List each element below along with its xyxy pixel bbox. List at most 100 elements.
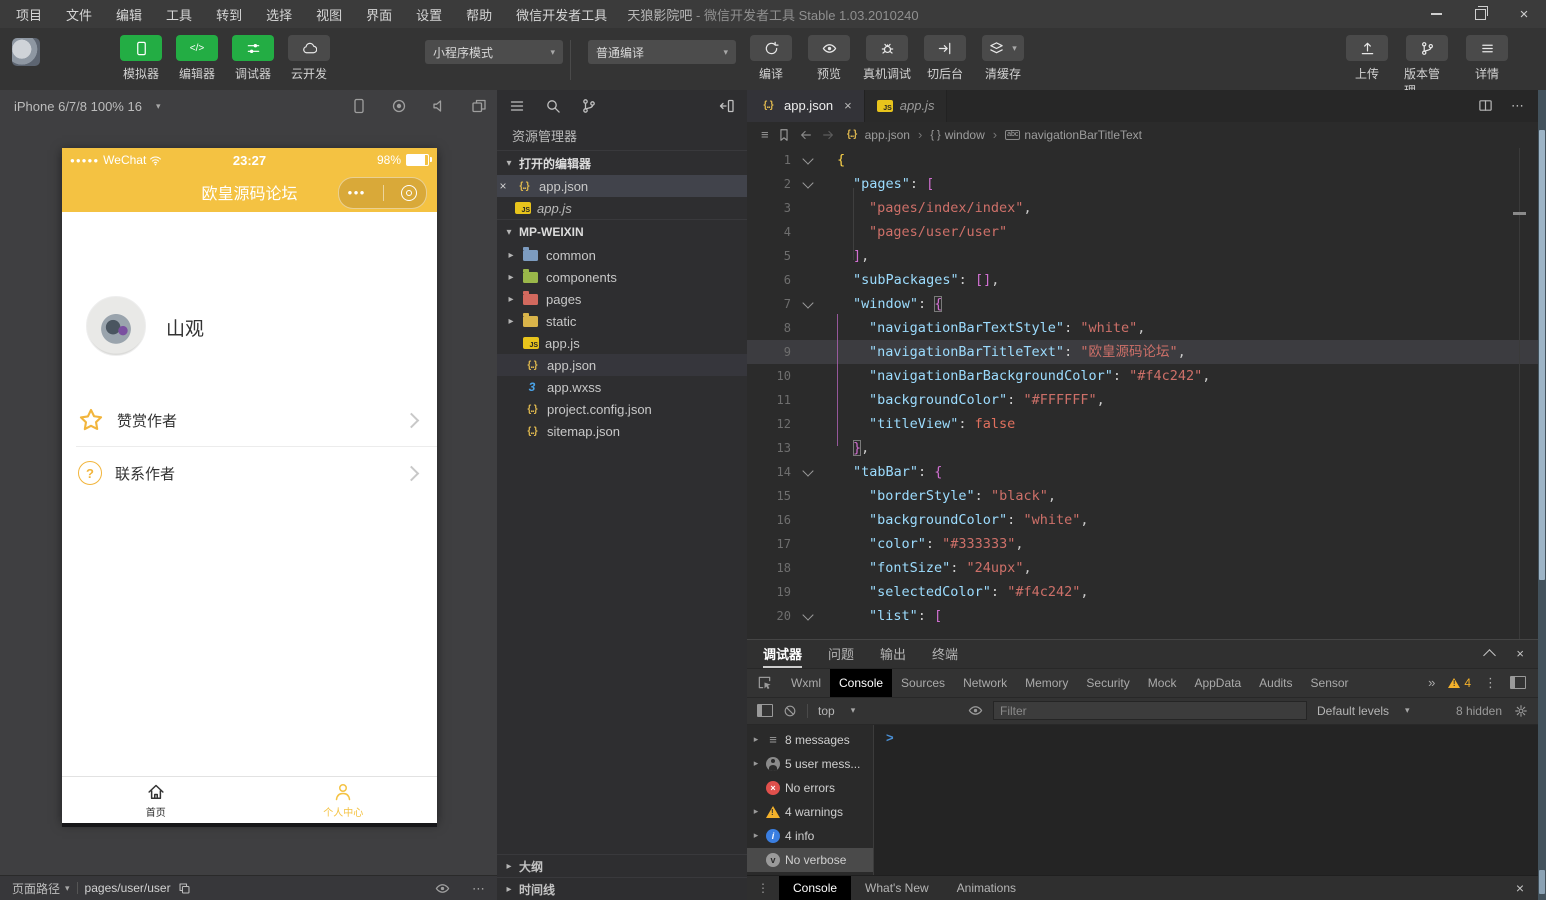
code-line[interactable]: 14 "tabBar": {: [747, 460, 1538, 484]
devtools-tab-sensor[interactable]: Sensor: [1302, 669, 1358, 697]
mode-button-cloud[interactable]: 云开发: [286, 35, 332, 82]
outline-icon[interactable]: ≡: [761, 128, 769, 141]
console-output[interactable]: >: [874, 724, 1538, 876]
fold-gutter[interactable]: [799, 172, 821, 196]
devtools-tab-wxml[interactable]: Wxml: [782, 669, 830, 697]
code-line[interactable]: 4 "pages/user/user": [747, 220, 1538, 244]
console-sidebar-toggle-icon[interactable]: [757, 704, 773, 718]
console-filter-error[interactable]: × No errors: [747, 776, 873, 800]
close-tab-icon[interactable]: ×: [844, 98, 852, 113]
debugger-tab-问题[interactable]: 问题: [828, 644, 854, 663]
fold-gutter[interactable]: [799, 460, 821, 484]
open-editor-item[interactable]: JS app.js: [497, 197, 747, 219]
minimize-button[interactable]: [1414, 0, 1458, 28]
collapse-panel-icon[interactable]: [719, 98, 735, 114]
fold-gutter[interactable]: [799, 292, 821, 316]
file-tree-item[interactable]: {..} sitemap.json: [497, 420, 747, 442]
code-line[interactable]: 10 "navigationBarBackgroundColor": "#f4c2…: [747, 364, 1538, 388]
devtools-tab-appdata[interactable]: AppData: [1185, 669, 1250, 697]
file-tree-item[interactable]: ▸ static: [497, 310, 747, 332]
menubar-item[interactable]: 设置: [416, 5, 442, 24]
devtools-tab-security[interactable]: Security: [1077, 669, 1138, 697]
code-editor[interactable]: 1{2 "pages": [3 "pages/index/index", 4 "page…: [747, 147, 1538, 639]
action-button-tobg[interactable]: 切后台: [919, 35, 971, 82]
project-root-header[interactable]: ▾ MP-WEIXIN: [497, 219, 747, 244]
exit-target-icon[interactable]: [401, 185, 418, 201]
drawer-tab-console[interactable]: Console: [779, 876, 852, 900]
breadcrumb-item[interactable]: abc navigationBarTitleText: [1005, 128, 1142, 142]
code-line[interactable]: 12 "titleView": false: [747, 412, 1538, 436]
mute-icon[interactable]: [431, 98, 447, 114]
warning-count-badge[interactable]: 4: [1448, 676, 1471, 690]
maximize-button[interactable]: [1458, 0, 1502, 28]
device-frame-icon[interactable]: [351, 98, 367, 114]
caret-down-icon[interactable]: ▾: [65, 883, 70, 894]
explorer-section-timeline[interactable]: ▸ 时间线: [497, 877, 747, 900]
editor-tab-app.js[interactable]: JS app.js: [864, 90, 948, 122]
more-icon[interactable]: ⋯: [472, 882, 485, 895]
profile-menu-item[interactable]: 赞赏作者: [62, 394, 437, 446]
console-filter-verbose[interactable]: v No verbose: [747, 847, 873, 872]
fold-gutter[interactable]: [799, 148, 821, 172]
device-selector[interactable]: iPhone 6/7/8 100% 16 ▾: [0, 99, 160, 114]
menubar-item[interactable]: 视图: [316, 5, 342, 24]
log-levels-select[interactable]: Default levels ▾: [1317, 704, 1410, 718]
code-line[interactable]: 16 "backgroundColor": "white",: [747, 508, 1538, 532]
action-button-refresh[interactable]: 编译: [745, 35, 797, 82]
code-line[interactable]: 6 "subPackages": [],: [747, 268, 1538, 292]
fold-gutter[interactable]: [799, 604, 821, 628]
capsule-menu[interactable]: •••: [338, 177, 427, 209]
code-line[interactable]: 18 "fontSize": "24upx",: [747, 556, 1538, 580]
code-line[interactable]: 11 "backgroundColor": "#FFFFFF",: [747, 388, 1538, 412]
split-editor-icon[interactable]: [1478, 98, 1493, 113]
code-line[interactable]: 7 "window": {: [747, 292, 1538, 316]
search-icon[interactable]: [545, 98, 561, 114]
devtools-tab-sources[interactable]: Sources: [892, 669, 954, 697]
code-line[interactable]: 17 "color": "#333333",: [747, 532, 1538, 556]
menubar-item[interactable]: 微信开发者工具: [516, 5, 607, 24]
debugger-tab-调试器[interactable]: 调试器: [763, 644, 803, 669]
open-editor-item[interactable]: × {..} app.json: [497, 175, 747, 197]
close-button[interactable]: ×: [1502, 0, 1546, 28]
live-expression-icon[interactable]: [968, 703, 983, 718]
file-tree-item[interactable]: 3 app.wxss: [497, 376, 747, 398]
tabbar-item-home[interactable]: 首页: [62, 777, 250, 823]
code-line[interactable]: 3 "pages/index/index",: [747, 196, 1538, 220]
mode-button-code[interactable]: </> 编辑器: [174, 35, 220, 82]
file-tree-item[interactable]: ▸ components: [497, 266, 747, 288]
clear-console-icon[interactable]: [783, 704, 797, 718]
mode-button-sliders[interactable]: 调试器: [230, 35, 276, 82]
code-line[interactable]: 1{: [747, 148, 1538, 172]
open-editors-header[interactable]: ▾ 打开的编辑器: [497, 150, 747, 175]
console-filter-info[interactable]: ▸ i 4 info: [747, 824, 873, 848]
code-line[interactable]: 15 "borderStyle": "black",: [747, 484, 1538, 508]
editor-tab-app.json[interactable]: {..} app.json ×: [747, 90, 865, 122]
file-tree-item[interactable]: {..} app.json: [497, 354, 747, 376]
more-icon[interactable]: ⋯: [1511, 99, 1524, 112]
context-select[interactable]: top ▾: [818, 704, 958, 718]
close-panel-icon[interactable]: ×: [1516, 647, 1524, 660]
breadcrumb-item[interactable]: { } window: [930, 128, 984, 142]
action-button-bug[interactable]: 真机调试: [861, 35, 913, 82]
file-tree-item[interactable]: {..} project.config.json: [497, 398, 747, 420]
devtools-tab-mock[interactable]: Mock: [1139, 669, 1186, 697]
console-filter-user[interactable]: ▸ 5 user mess...: [747, 752, 873, 776]
drawer-menu-icon[interactable]: ⋮: [747, 881, 779, 895]
scrollbar-thumb-bottom[interactable]: [1539, 870, 1545, 894]
close-file-icon[interactable]: ×: [497, 179, 509, 193]
compile-mode-select[interactable]: 普通编译 ▾: [588, 40, 736, 64]
action-button-eye[interactable]: 预览: [803, 35, 855, 82]
tabbar-item-person[interactable]: 个人中心: [250, 777, 438, 823]
breadcrumb-item[interactable]: {..} app.json: [843, 128, 910, 142]
code-line[interactable]: 13},: [747, 436, 1538, 460]
devtools-tab-memory[interactable]: Memory: [1016, 669, 1077, 697]
copy-icon[interactable]: [178, 882, 191, 895]
eye-icon[interactable]: [435, 881, 450, 896]
git-branch-icon[interactable]: [581, 98, 597, 114]
collapse-panel-icon[interactable]: [1483, 649, 1497, 662]
debugger-tab-终端[interactable]: 终端: [932, 644, 958, 663]
code-line[interactable]: 2 "pages": [: [747, 172, 1538, 196]
devtools-tab-console[interactable]: Console: [830, 668, 893, 697]
code-line[interactable]: 19 "selectedColor": "#f4c242",: [747, 580, 1538, 604]
window-scrollbar[interactable]: [1538, 90, 1546, 900]
